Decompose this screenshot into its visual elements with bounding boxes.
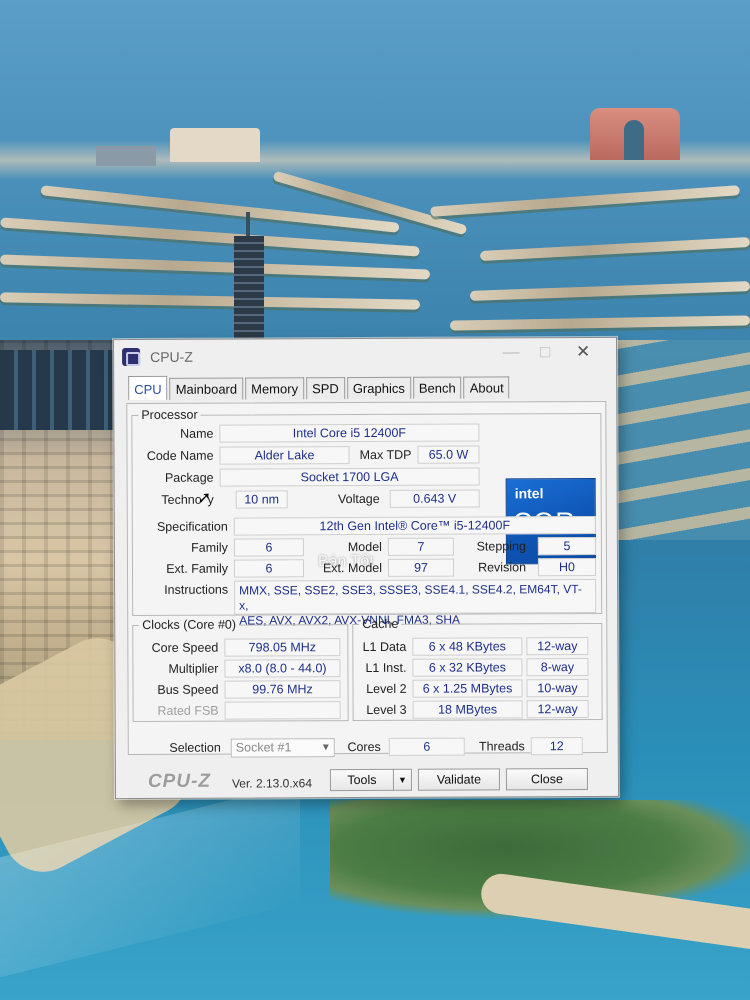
specification-value: 12th Gen Intel® Core™ i5-12400F [233,515,596,536]
socket-select-value: Socket #1 [235,740,292,755]
specification-label: Specification [156,519,228,534]
minimize-icon[interactable]: — [498,342,524,362]
extmodel-value: 97 [387,558,455,577]
tab-memory[interactable]: Memory [245,377,305,400]
selection-row [147,728,597,731]
voltage-value: 0.643 V [389,489,480,508]
chevron-down-icon: ▼ [320,742,331,754]
l1data-value: 6 x 48 KBytes [412,637,523,656]
level2-label: Level 2 [366,681,407,697]
palm-frond [430,185,740,217]
family-value: 6 [233,538,304,557]
name-label: Name [180,426,214,441]
ratedfsb-value [224,701,341,720]
tower-building [234,212,264,340]
stepping-label: Stepping [476,539,526,554]
corespeed-label: Core Speed [151,640,219,655]
tab-bench[interactable]: Bench [412,376,462,399]
tab-about[interactable]: About [463,376,510,399]
package-label: Package [164,470,214,485]
version-text: Ver. 2.13.0.x64 [231,776,313,791]
package-value: Socket 1700 LGA [219,467,480,487]
technology-label: Techno [161,492,202,507]
cores-value: 6 [388,737,465,756]
palm-frond [479,236,750,262]
instructions-label: Instructions [164,582,229,597]
tab-spd[interactable]: SPD [306,377,345,400]
ratedfsb-label: Rated FSB [157,703,219,718]
tab-mainboard[interactable]: Mainboard [169,377,244,400]
codename-value: Alder Lake [219,446,350,465]
processor-legend: Processor [141,407,198,422]
intel-logo-text: intel [514,485,544,502]
busspeed-label: Bus Speed [157,682,219,697]
voltage-label: Voltage [337,491,380,507]
cpu-tab-panel: Processor Name Intel Core i5 12400F Code… [126,400,608,758]
multiplier-label: Multiplier [168,661,219,676]
level2-value: 6 x 1.25 MBytes [412,679,523,698]
window-footer: CPU-Z Ver. 2.13.0.x64 Tools ▼ Validate C… [116,762,618,798]
dropdown-arrow-icon[interactable]: ▼ [392,768,411,791]
palm-frond [0,292,421,310]
glass-buildings [0,350,118,430]
l1data-way: 12-way [526,637,589,656]
palm-frond [469,281,750,301]
l1inst-value: 6 x 32 KBytes [412,658,523,677]
atlantis-hotel [590,108,680,160]
cpuz-app-icon [122,347,141,367]
multiplier-value: x8.0 (8.0 - 44.0) [224,659,341,678]
selection-label: Selection [169,740,221,755]
instructions-line-1: MMX, SSE, SSE2, SSE3, SSSE3, SSE4.1, SSE… [239,582,582,613]
tab-graphics[interactable]: Graphics [346,376,411,400]
validate-button[interactable]: Validate [417,768,500,791]
stepping-value: 5 [537,536,596,556]
tools-button-label: Tools [347,772,377,788]
background-building [96,146,156,166]
extfamily-value: 6 [233,559,305,578]
palm-frond [449,315,750,331]
level3-way: 12-way [526,700,589,719]
tab-bar: CPU Mainboard Memory SPD Graphics Bench … [128,375,510,401]
cpuz-brand-logo: CPU-Z [147,770,212,792]
instructions-value: MMX, SSE, SSE2, SSE3, SSSE3, SSE4.1, SSE… [234,578,597,628]
name-value: Intel Core i5 12400F [219,423,480,443]
corespeed-value: 798.05 MHz [224,638,341,657]
palm-fronds-right [600,340,750,540]
mouse-cursor-icon: ➚ [197,489,212,507]
title-bar[interactable]: CPU-Z — □ ✕ [114,338,616,374]
tools-button[interactable]: Tools ▼ [329,768,412,792]
window-title: CPU-Z [150,348,193,365]
extfamily-label: Ext. Family [166,561,229,576]
close-button[interactable]: Close [505,768,588,791]
codename-label: Code Name [146,448,214,463]
cores-label: Cores [347,739,381,755]
level3-label: Level 3 [366,702,407,717]
close-icon[interactable]: ✕ [570,342,596,362]
model-label: Model [347,539,382,555]
cache-legend: Cache [362,616,399,632]
l1inst-label: L1 Inst. [365,660,407,676]
maxtdp-value: 65.0 W [417,445,480,464]
extmodel-label: Ext. Model [322,560,383,576]
busspeed-value: 99.76 MHz [224,680,341,699]
l1data-label: L1 Data [362,639,407,655]
palm-frond [0,254,431,280]
maximize-icon[interactable]: □ [532,342,558,362]
revision-label: Revision [478,560,527,575]
background-building [170,128,260,162]
threads-label: Threads [478,739,525,754]
threads-value: 12 [530,737,583,756]
model-value: 7 [387,537,454,556]
family-label: Family [191,540,228,555]
l1inst-way: 8-way [526,658,589,677]
maxtdp-label: Max TDP [359,447,412,463]
level3-value: 18 MBytes [412,700,523,719]
clocks-legend: Clocks (Core #0) [142,617,237,632]
level2-way: 10-way [526,679,589,698]
socket-select[interactable]: Socket #1 ▼ [230,738,335,758]
cpuz-window: CPU-Z — □ ✕ CPU Mainboard Memory SPD Gra… [112,336,620,800]
tab-cpu[interactable]: CPU [128,375,168,401]
technology-value: 10 nm [235,490,288,509]
revision-value: H0 [537,557,597,577]
